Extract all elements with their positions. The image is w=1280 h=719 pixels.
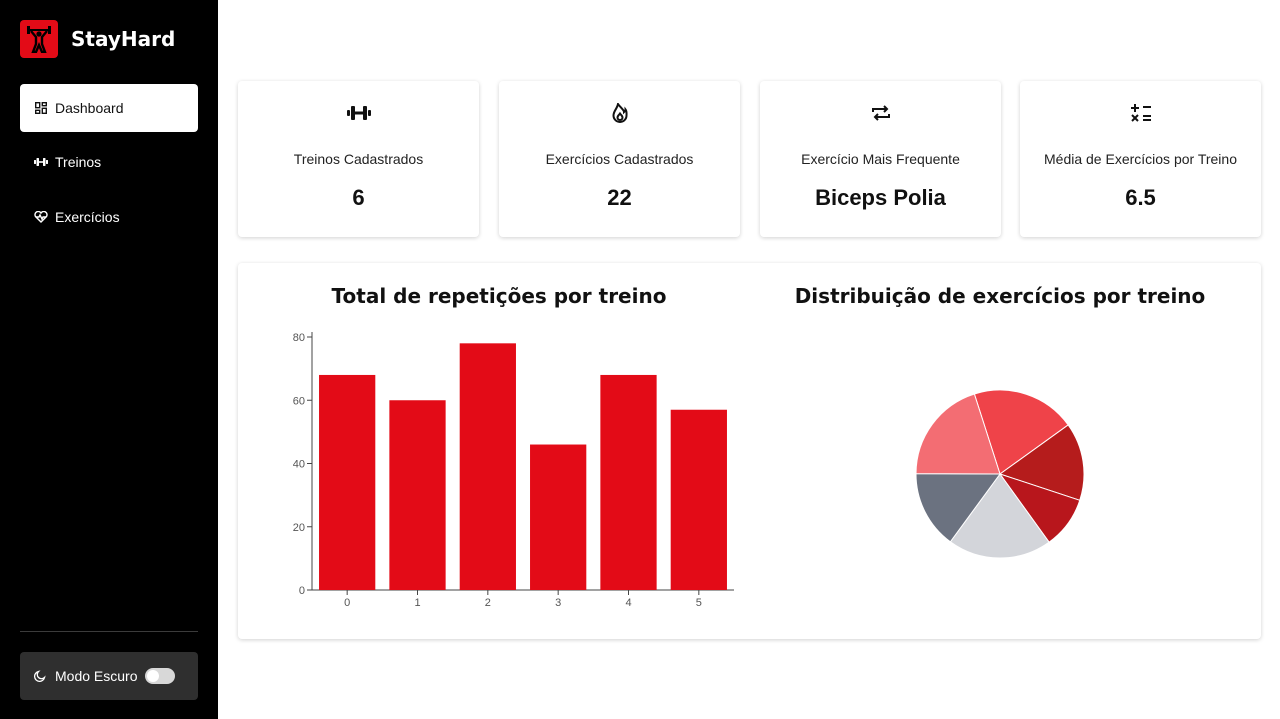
sidebar-item-dashboard[interactable]: Dashboard [20,84,198,132]
sidebar-item-exercicios[interactable]: Exercícios [20,193,198,241]
stat-value: Biceps Polia [815,185,946,210]
sidebar-item-label: Treinos [55,154,102,170]
stat-card-media: Média de Exercícios por Treino 6.5 [1020,81,1261,237]
dashboard-grid-icon [34,101,48,115]
stat-card-mais-frequente: Exercício Mais Frequente Biceps Polia [760,81,1001,237]
stat-value: 6.5 [1125,185,1156,210]
dumbbell-icon [346,101,372,125]
stat-label: Treinos Cadastrados [293,151,424,167]
stat-card-exercicios: Exercícios Cadastrados 22 [499,81,740,237]
sidebar-divider [20,631,198,632]
weightlifter-logo-icon [20,20,58,58]
dumbbell-icon [34,155,48,169]
stat-label: Exercício Mais Frequente [801,151,960,167]
sidebar-item-label: Exercícios [55,209,120,225]
dark-mode-label: Modo Escuro [55,668,138,684]
repeat-icon [868,101,894,125]
sidebar-item-treinos[interactable]: Treinos [20,138,198,186]
stat-label: Exercícios Cadastrados [545,151,694,167]
charts-panel: Total de repetições por treino Distribui… [238,263,1261,639]
sidebar-item-label: Dashboard [55,100,124,116]
stat-card-treinos: Treinos Cadastrados 6 [238,81,479,237]
stat-label: Média de Exercícios por Treino [1044,151,1237,167]
stat-value: 6 [352,185,365,210]
pie-chart [915,389,1085,559]
switch-knob [147,670,160,682]
dark-mode-toggle[interactable]: Modo Escuro [20,652,198,700]
flame-icon [607,101,633,125]
dark-mode-switch[interactable] [145,668,176,684]
sidebar: StayHard Dashboard Treinos Exercícios Mo… [0,0,218,719]
heart-pulse-icon [34,210,48,224]
app-name: StayHard [71,27,176,51]
moon-icon [34,669,48,683]
calculator-icon [1128,101,1154,125]
stat-value: 22 [607,185,632,210]
brand[interactable]: StayHard [20,20,175,58]
